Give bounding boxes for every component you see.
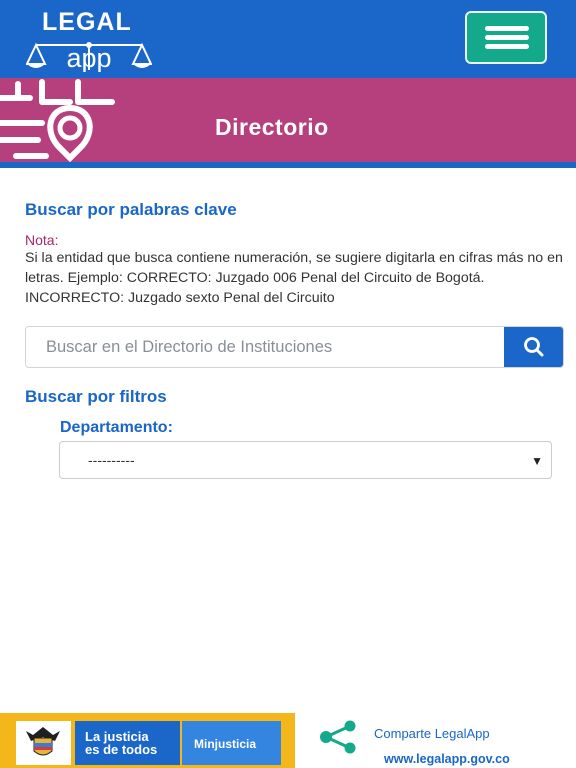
share-legalapp-link[interactable]: Comparte LegalApp bbox=[374, 726, 490, 741]
directory-banner: Directorio bbox=[0, 78, 576, 162]
logo-app-text: app bbox=[66, 43, 111, 72]
note-label: Nota: bbox=[25, 232, 59, 248]
colombia-seal-icon bbox=[26, 727, 60, 756]
justicia-slogan: La justicia es de todos bbox=[75, 721, 180, 765]
directory-map-pin-icon bbox=[0, 79, 115, 162]
menu-button[interactable] bbox=[465, 11, 547, 64]
logo-scales-icon: app bbox=[26, 42, 152, 72]
top-navbar: LEGAL app bbox=[0, 0, 576, 78]
minjusticia-label: Minjusticia bbox=[182, 721, 281, 765]
keyword-search-title: Buscar por palabras clave bbox=[25, 200, 237, 219]
search-input[interactable] bbox=[26, 327, 504, 367]
search-button[interactable] bbox=[504, 327, 563, 367]
website-link[interactable]: www.legalapp.gov.co bbox=[384, 752, 510, 766]
colombia-seal-box bbox=[16, 721, 71, 765]
dropdown-arrow-icon: ▼ bbox=[531, 454, 543, 468]
search-bar bbox=[25, 326, 564, 368]
legalapp-logo[interactable]: LEGAL app bbox=[24, 8, 154, 72]
government-brand-bar: La justicia es de todos Minjusticia bbox=[0, 713, 295, 768]
department-selected-value: ---------- bbox=[88, 452, 135, 468]
banner-divider bbox=[0, 162, 576, 168]
page-title: Directorio bbox=[215, 114, 329, 140]
filters-title: Buscar por filtros bbox=[25, 387, 167, 406]
search-icon bbox=[524, 337, 544, 357]
note-text: Si la entidad que busca contiene numerac… bbox=[25, 250, 563, 306]
department-label: Departamento: bbox=[60, 419, 173, 436]
logo-legal-text: LEGAL bbox=[42, 8, 132, 36]
department-select[interactable]: ---------- ▼ bbox=[59, 441, 552, 479]
share-icon[interactable] bbox=[318, 720, 358, 754]
hamburger-menu-icon bbox=[485, 26, 529, 31]
